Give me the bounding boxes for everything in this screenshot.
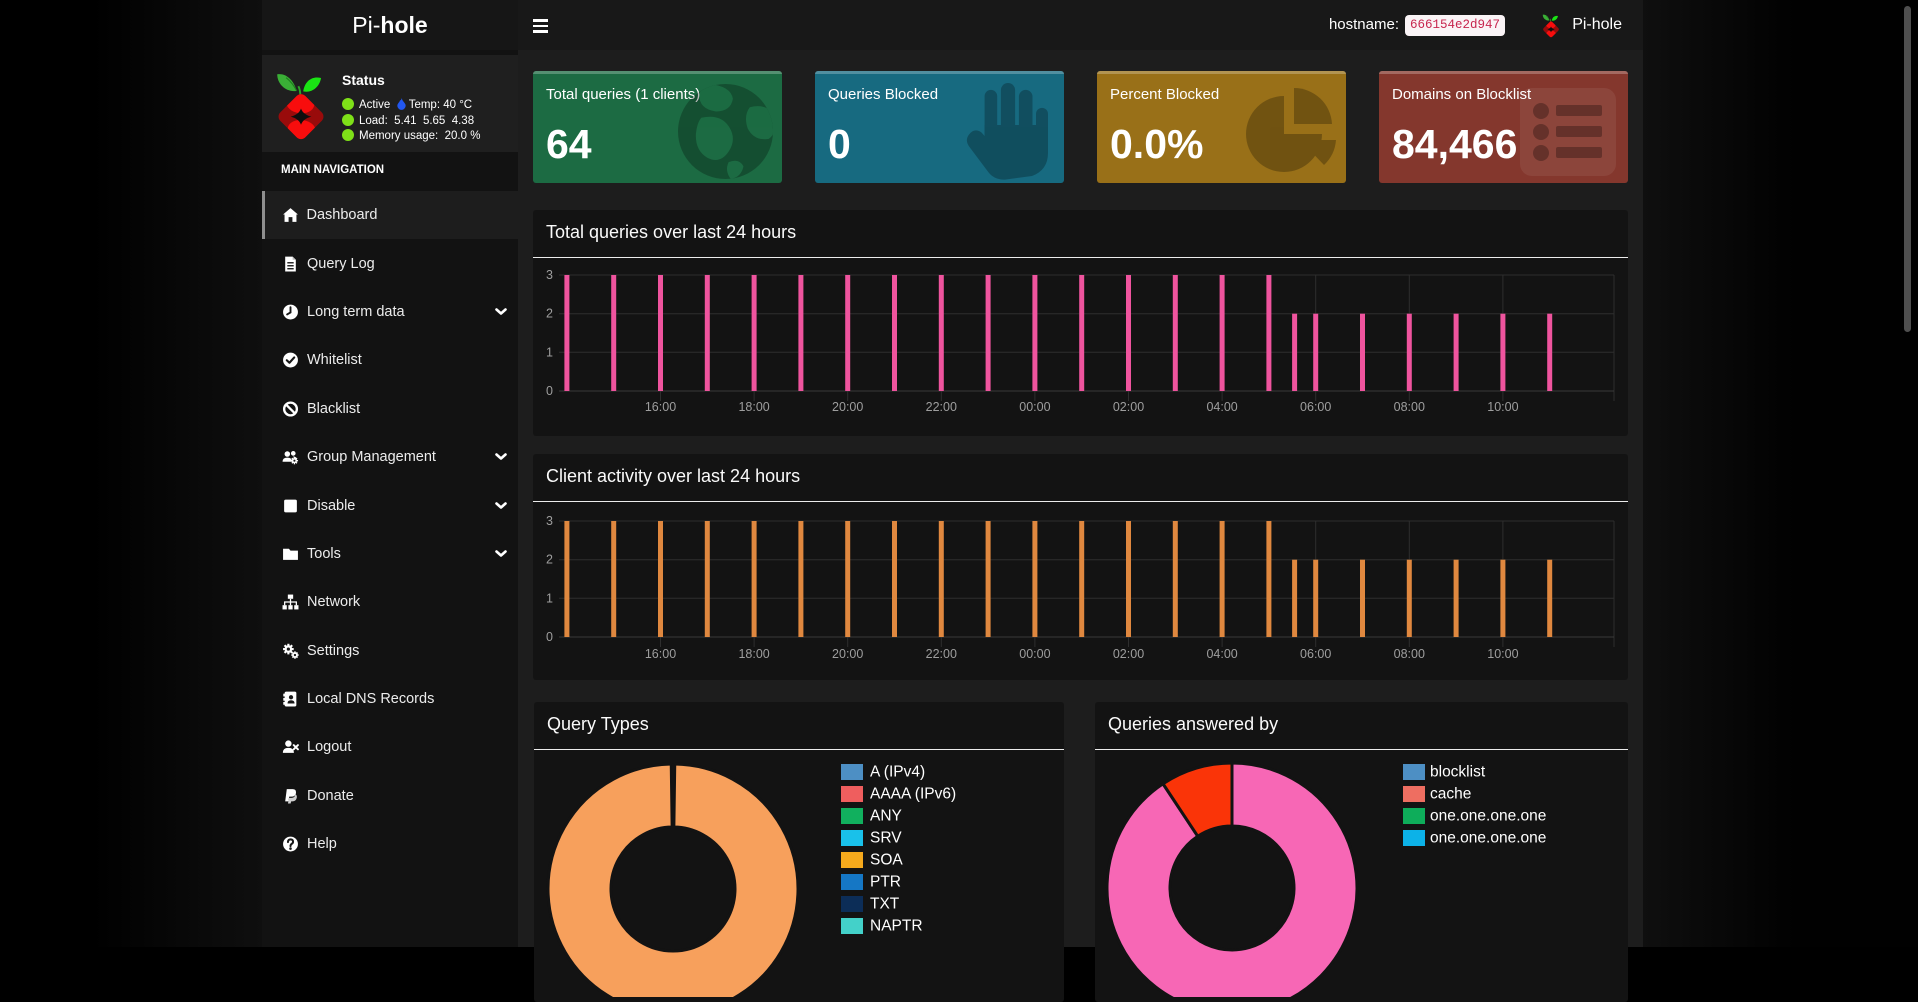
svg-text:22:00: 22:00 <box>926 400 957 414</box>
svg-text:1: 1 <box>546 345 553 359</box>
svg-text:08:00: 08:00 <box>1394 647 1425 661</box>
svg-text:SOA: SOA <box>870 852 903 869</box>
svg-text:16:00: 16:00 <box>645 400 676 414</box>
svg-text:A (IPv4): A (IPv4) <box>870 764 925 781</box>
svg-text:18:00: 18:00 <box>738 647 769 661</box>
svg-text:08:00: 08:00 <box>1394 400 1425 414</box>
svg-text:10:00: 10:00 <box>1487 400 1518 414</box>
svg-text:20:00: 20:00 <box>832 400 863 414</box>
svg-text:ANY: ANY <box>870 808 902 825</box>
svg-text:02:00: 02:00 <box>1113 400 1144 414</box>
svg-text:22:00: 22:00 <box>926 647 957 661</box>
svg-text:3: 3 <box>546 268 553 282</box>
svg-text:16:00: 16:00 <box>645 647 676 661</box>
svg-text:2: 2 <box>546 553 553 567</box>
svg-text:one.one.one.one: one.one.one.one <box>1430 830 1546 847</box>
svg-text:cache: cache <box>1430 786 1471 803</box>
svg-text:blocklist: blocklist <box>1430 764 1486 781</box>
svg-text:02:00: 02:00 <box>1113 647 1144 661</box>
svg-text:2: 2 <box>546 307 553 321</box>
svg-text:04:00: 04:00 <box>1206 400 1237 414</box>
svg-text:NAPTR: NAPTR <box>870 918 923 935</box>
svg-text:one.one.one.one: one.one.one.one <box>1430 808 1546 825</box>
svg-text:04:00: 04:00 <box>1206 647 1237 661</box>
svg-text:0: 0 <box>546 630 553 644</box>
svg-text:SRV: SRV <box>870 830 902 847</box>
svg-text:06:00: 06:00 <box>1300 400 1331 414</box>
svg-text:00:00: 00:00 <box>1019 647 1050 661</box>
svg-text:3: 3 <box>546 514 553 528</box>
svg-text:PTR: PTR <box>870 874 901 891</box>
svg-text:TXT: TXT <box>870 896 900 913</box>
svg-text:18:00: 18:00 <box>738 400 769 414</box>
svg-text:10:00: 10:00 <box>1487 647 1518 661</box>
svg-text:06:00: 06:00 <box>1300 647 1331 661</box>
svg-text:00:00: 00:00 <box>1019 400 1050 414</box>
svg-text:20:00: 20:00 <box>832 647 863 661</box>
svg-text:AAAA (IPv6): AAAA (IPv6) <box>870 786 956 803</box>
svg-text:1: 1 <box>546 591 553 605</box>
svg-text:0: 0 <box>546 384 553 398</box>
